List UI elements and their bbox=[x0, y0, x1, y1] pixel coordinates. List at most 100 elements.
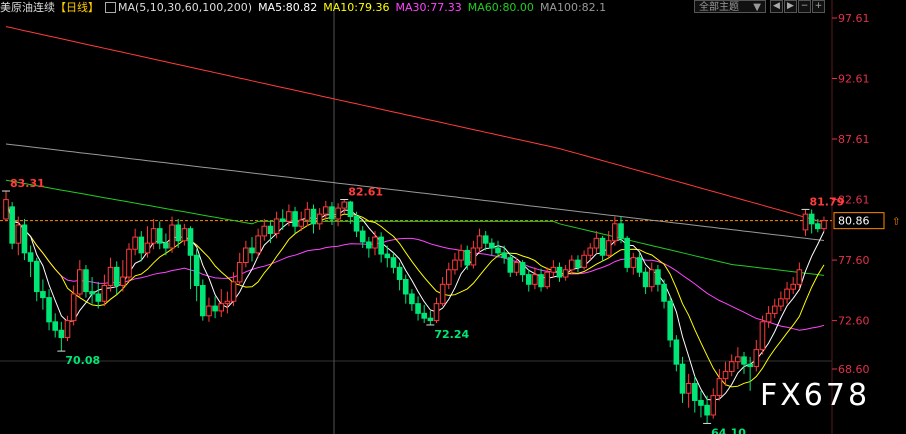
candle-body bbox=[476, 235, 483, 249]
candle-up bbox=[126, 243, 132, 282]
candle-body bbox=[458, 249, 464, 261]
ma30-value: MA30:77.33 bbox=[395, 1, 462, 14]
candle-body bbox=[532, 274, 538, 285]
candle-body bbox=[46, 297, 52, 323]
candle-body bbox=[181, 228, 188, 242]
candle-down bbox=[489, 238, 495, 256]
candle-down bbox=[519, 260, 526, 282]
candle-body bbox=[790, 283, 797, 290]
candle-body bbox=[747, 363, 753, 368]
ma-params[interactable]: MA(5,10,30,60,100,200) bbox=[118, 1, 252, 14]
symbol-name[interactable]: 美原油连续 bbox=[0, 1, 55, 14]
candle-body bbox=[648, 269, 655, 288]
candle-body bbox=[218, 303, 225, 312]
theme-dropdown[interactable]: 全部主题 ▼ bbox=[694, 0, 766, 13]
candle-down bbox=[21, 218, 28, 261]
candle-up bbox=[433, 297, 440, 324]
candle-body bbox=[236, 262, 243, 283]
candle-body bbox=[587, 247, 594, 256]
candle-body bbox=[575, 259, 581, 268]
candle-body bbox=[821, 220, 827, 230]
candle-up bbox=[452, 252, 458, 275]
watermark-logo: FX678 bbox=[760, 378, 871, 413]
candle-body bbox=[802, 213, 809, 231]
candle-down bbox=[46, 289, 52, 331]
candle-body bbox=[261, 225, 268, 237]
candle-body bbox=[267, 225, 274, 234]
zoom-out-icon[interactable]: − bbox=[798, 0, 811, 13]
candle-up bbox=[778, 291, 784, 311]
candle-up bbox=[587, 243, 594, 261]
candle-up bbox=[593, 231, 600, 253]
candle-up bbox=[77, 260, 83, 298]
candle-up bbox=[581, 250, 587, 270]
candle-body bbox=[569, 259, 575, 271]
candle-body bbox=[353, 216, 360, 232]
ma5-value: MA5:80.82 bbox=[258, 1, 318, 14]
period-label[interactable]: 【日线】 bbox=[55, 1, 99, 14]
candle-up bbox=[255, 228, 261, 258]
candle-up bbox=[206, 297, 212, 322]
candle-body bbox=[728, 361, 735, 372]
candle-up bbox=[261, 218, 268, 241]
arrow-left-icon[interactable]: ◀ bbox=[770, 0, 783, 13]
candle-down bbox=[366, 237, 372, 258]
candle-up bbox=[224, 291, 231, 314]
candle-up bbox=[630, 252, 637, 275]
candle-body bbox=[655, 269, 661, 285]
arrow-right-icon[interactable]: ▶ bbox=[784, 0, 797, 13]
candle-down bbox=[279, 209, 286, 230]
candle-body bbox=[618, 223, 624, 239]
candle-body bbox=[21, 224, 28, 254]
candle-up bbox=[648, 262, 655, 292]
candle-body bbox=[279, 218, 286, 222]
candle-down bbox=[661, 279, 667, 309]
candle-body bbox=[89, 291, 95, 295]
candle-body bbox=[784, 288, 790, 300]
candle-body bbox=[562, 269, 569, 278]
candle-up bbox=[710, 388, 717, 419]
candle-down bbox=[599, 235, 606, 262]
candle-body bbox=[624, 237, 630, 268]
candle-body bbox=[753, 349, 760, 368]
candle-body bbox=[175, 224, 181, 242]
ma-icon bbox=[105, 1, 116, 13]
candle-up bbox=[771, 298, 778, 319]
candle-body bbox=[501, 252, 507, 259]
y-tick-label: 87.61 bbox=[838, 133, 870, 146]
candle-up bbox=[550, 260, 557, 278]
candle-body bbox=[402, 278, 409, 295]
candle-body bbox=[58, 329, 65, 339]
y-tick-label: 68.60 bbox=[838, 363, 870, 376]
candle-body bbox=[384, 253, 391, 259]
candle-down bbox=[89, 277, 95, 304]
candle-body bbox=[329, 206, 335, 220]
candle-body bbox=[439, 283, 446, 305]
candle-body bbox=[366, 241, 372, 249]
candle-up bbox=[562, 264, 569, 281]
candle-down bbox=[655, 264, 661, 292]
y-tick-label: 77.60 bbox=[838, 254, 870, 267]
ma60-value: MA60:80.00 bbox=[467, 1, 534, 14]
zoom-in-icon[interactable]: + bbox=[812, 0, 825, 13]
candle-down bbox=[679, 356, 686, 403]
candle-body bbox=[273, 218, 280, 234]
chart-header: 美原油连续【日线】 MA(5,10,30,60,100,200) MA5:80.82… bbox=[0, 0, 612, 16]
candle-body bbox=[525, 274, 532, 285]
candlestick-chart[interactable]: 97.61 92.61 87.61 82.61 77.60 72.60 68.60 80.86… bbox=[0, 0, 906, 434]
current-price-label: 80.86 bbox=[838, 215, 870, 228]
candle-body bbox=[427, 317, 434, 322]
candle-down bbox=[575, 255, 581, 273]
candle-body bbox=[513, 262, 520, 273]
candle-body bbox=[298, 219, 304, 227]
y-tick-label: 92.61 bbox=[838, 72, 870, 85]
candle-body bbox=[673, 339, 680, 365]
candle-down bbox=[113, 261, 120, 294]
candle-body bbox=[815, 223, 821, 230]
candle-down bbox=[249, 237, 255, 262]
candle-down bbox=[402, 274, 409, 304]
candle-up bbox=[236, 252, 243, 286]
candle-up bbox=[316, 208, 323, 230]
candle-body bbox=[359, 230, 366, 243]
candle-body bbox=[735, 356, 741, 363]
